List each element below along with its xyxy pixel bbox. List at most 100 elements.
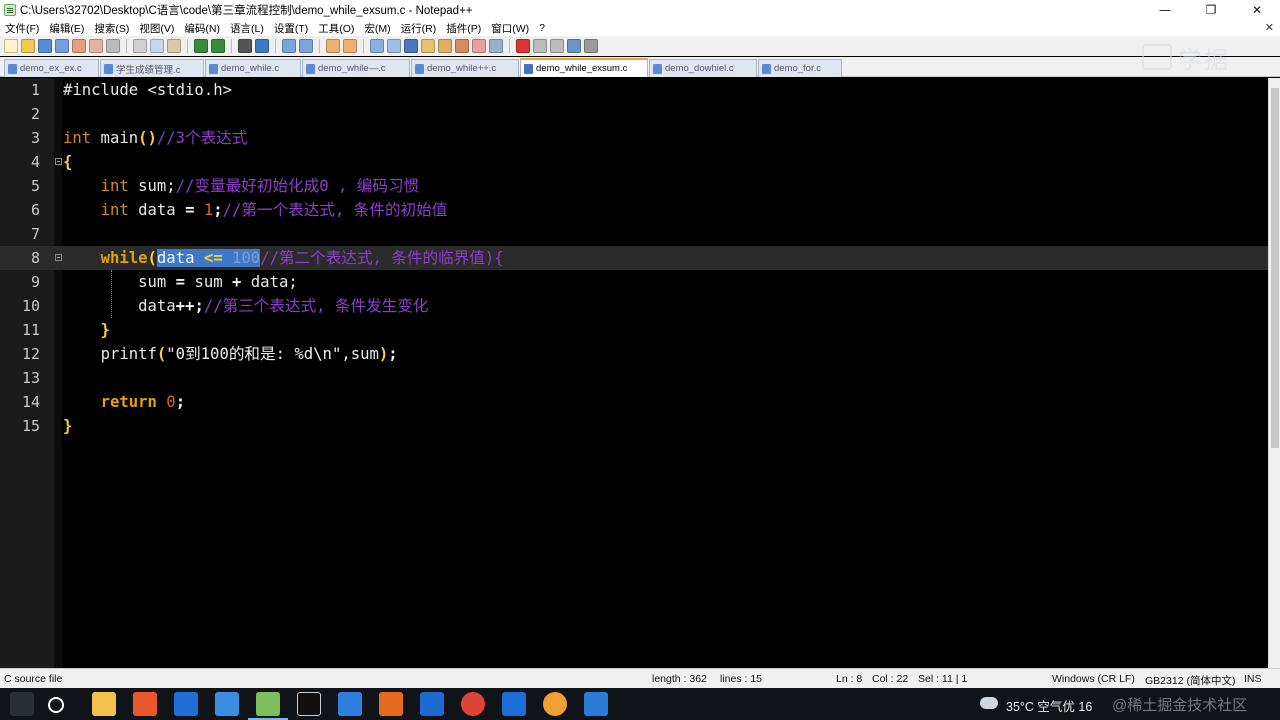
indent-guide-icon[interactable] [404,39,418,53]
redo-icon[interactable] [211,39,225,53]
close-all-icon[interactable] [89,39,103,53]
code-line-12[interactable]: 12 printf("0到100的和是: %d\n",sum); [0,342,1268,366]
zoom-in-icon[interactable] [282,39,296,53]
menu-macro[interactable]: 宏(M) [359,21,395,36]
zoom-out-icon[interactable] [299,39,313,53]
code-editor[interactable]: 1 #include <stdio.h> 2 3 int main()//3个表达式… [0,78,1280,668]
video-icon[interactable] [502,692,526,716]
save-icon[interactable] [38,39,52,53]
close-button[interactable]: ✕ [1234,0,1280,20]
run-macro-multiple-icon[interactable] [567,39,581,53]
word-wrap-icon[interactable] [370,39,384,53]
menu-run[interactable]: 运行(R) [396,21,442,36]
code-line-3[interactable]: 3 int main()//3个表达式 [0,126,1268,150]
tab-demo-while-plus[interactable]: demo_while++.c [411,59,519,77]
code-line-13[interactable]: 13 [0,366,1268,390]
restore-button[interactable]: ❐ [1188,0,1234,20]
tab-demo-ex-ex[interactable]: demo_ex_ex.c [4,59,99,77]
code-line-7[interactable]: 7 [0,222,1268,246]
menu-language[interactable]: 语言(L) [225,21,269,36]
status-encoding[interactable]: GB2312 (简体中文) [1145,673,1235,688]
code-selection[interactable]: data <= 100 [156,249,261,267]
menu-view[interactable]: 视图(V) [134,21,179,36]
status-eol[interactable]: Windows (CR LF) [1052,673,1135,685]
print-icon[interactable] [106,39,120,53]
open-file-icon[interactable] [21,39,35,53]
terminal-icon[interactable] [297,692,321,716]
fold-toggle-icon[interactable] [55,158,62,165]
menu-encoding[interactable]: 编码(N) [179,21,225,36]
vertical-scrollbar[interactable] [1268,78,1280,668]
code-line-1[interactable]: 1 #include <stdio.h> [0,78,1268,102]
menu-search[interactable]: 搜索(S) [89,21,134,36]
notepadpp-taskbar-icon[interactable] [248,692,288,720]
window-title: C:\Users\32702\Desktop\C语言\code\第三章流程控制\… [20,5,473,17]
tab-demo-while-exsum[interactable]: demo_while_exsum.c [520,58,648,77]
tab-demo-while[interactable]: demo_while.c [205,59,301,77]
code-line-11[interactable]: 11 } [0,318,1268,342]
record-macro-icon[interactable] [516,39,530,53]
tab-demo-while-minus[interactable]: demo_while—.c [302,59,410,77]
menu-file[interactable]: 文件(F) [0,21,44,36]
tab-demo-dowhiel[interactable]: demo_dowhiel.c [649,59,757,77]
code-line-2[interactable]: 2 [0,102,1268,126]
windows-start-icon[interactable] [10,692,34,716]
menu-settings[interactable]: 设置(T) [269,21,313,36]
chrome-icon[interactable] [461,692,485,716]
code-line-4[interactable]: 4{ [0,150,1268,174]
cut-icon[interactable] [133,39,147,53]
sync-horizontal-icon[interactable] [343,39,357,53]
undo-icon[interactable] [194,39,208,53]
status-insert-mode[interactable]: INS [1244,673,1262,685]
code-line-15[interactable]: 15} [0,414,1268,438]
code-comment: //第一个表达式, 条件的初始值 [222,201,448,219]
code-line-9[interactable]: 9 sum = sum + data; [0,270,1268,294]
menu-window[interactable]: 窗口(W) [486,21,534,36]
code-line-10[interactable]: 10 data++;//第三个表达式, 条件发生变化 [0,294,1268,318]
fold-toggle-icon[interactable] [55,254,62,261]
search-icon[interactable] [48,697,64,713]
code-line-8-current[interactable]: 8 while(data <= 100//第二个表达式, 条件的临界值){ [0,246,1268,270]
toolbar-separator [275,39,276,53]
folder-workspace-icon[interactable] [472,39,486,53]
sync-vertical-icon[interactable] [326,39,340,53]
file-explorer-icon[interactable] [92,692,116,716]
minimize-button[interactable]: — [1142,0,1188,20]
copy-icon[interactable] [150,39,164,53]
mail-icon[interactable] [174,692,198,716]
save-all-icon[interactable] [55,39,69,53]
stop-macro-icon[interactable] [533,39,547,53]
play-macro-icon[interactable] [550,39,564,53]
paste-icon[interactable] [167,39,181,53]
close-document-icon[interactable]: ✕ [1265,20,1274,36]
doc-map-icon[interactable] [438,39,452,53]
show-all-chars-icon[interactable] [387,39,401,53]
scrollbar-thumb[interactable] [1271,88,1279,448]
code-line-5[interactable]: 5 int sum;//变量最好初始化成0 , 编码习惯 [0,174,1268,198]
xmind-icon[interactable] [133,692,157,716]
user-language-icon[interactable] [421,39,435,53]
find-icon[interactable] [238,39,252,53]
weather-cloud-icon[interactable] [980,697,998,709]
menu-tools[interactable]: 工具(O) [313,21,359,36]
save-macro-icon[interactable] [584,39,598,53]
calculator-icon[interactable] [420,692,444,716]
tab-demo-for[interactable]: demo_for.c [758,59,842,77]
remote-desktop-icon[interactable] [215,692,239,716]
close-file-icon[interactable] [72,39,86,53]
monitoring-icon[interactable] [489,39,503,53]
code-app-icon[interactable] [379,692,403,716]
replace-icon[interactable] [255,39,269,53]
tab-student-grades[interactable]: 学生成绩管理.c [100,59,204,77]
app-icon[interactable] [338,692,362,716]
media-player-icon[interactable] [543,692,567,716]
menu-help[interactable]: ? [534,22,550,34]
store-icon[interactable] [584,692,608,716]
menu-edit[interactable]: 编辑(E) [44,21,89,36]
new-file-icon[interactable] [4,39,18,53]
weather-text[interactable]: 35°C 空气优 16 [1006,696,1092,715]
code-line-14[interactable]: 14 return 0; [0,390,1268,414]
menu-plugins[interactable]: 插件(P) [441,21,486,36]
code-line-6[interactable]: 6 int data = 1;//第一个表达式, 条件的初始值 [0,198,1268,222]
function-list-icon[interactable] [455,39,469,53]
